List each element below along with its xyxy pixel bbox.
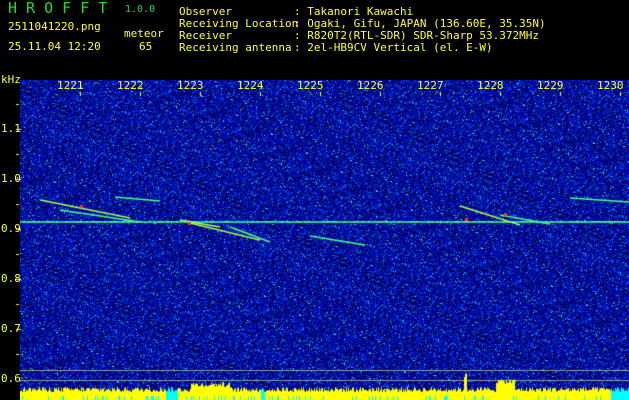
x-tick-label: 1229 [537,79,564,92]
x-tick-label: 1230 [597,79,624,92]
x-tick-label: 1227 [417,79,444,92]
info-label-antenna: Receiving antenna [179,41,292,54]
x-tick-label: 1225 [297,79,324,92]
y-tick-label: 0.6 [1,372,21,385]
info-value-antenna: : 2el-HB9CV Vertical (el. E-W) [294,41,493,54]
x-tick-label: 1222 [117,79,144,92]
y-tick-label: 1.1 [1,122,21,135]
x-tick-label: 1223 [177,79,204,92]
meteor-count: 65 [139,40,153,53]
spectrogram [20,80,629,400]
y-tick-label: 0.8 [1,272,21,285]
app-version: 1.0.0 [125,4,156,15]
y-axis-unit: kHz [1,73,21,86]
file-datetime: 25.11.04 12:20 [8,40,101,53]
x-tick-label: 1228 [477,79,504,92]
y-tick-label: 0.7 [1,322,21,335]
x-tick-label: 1221 [57,79,84,92]
x-tick-label: 1224 [237,79,264,92]
file-name: 2511041220.png [8,20,101,33]
app-title: H R O F F T [8,0,108,17]
detection-label: meteor [124,27,164,40]
x-tick-label: 1226 [357,79,384,92]
y-tick-label: 0.9 [1,222,21,235]
y-tick-label: 1.0 [1,172,21,185]
